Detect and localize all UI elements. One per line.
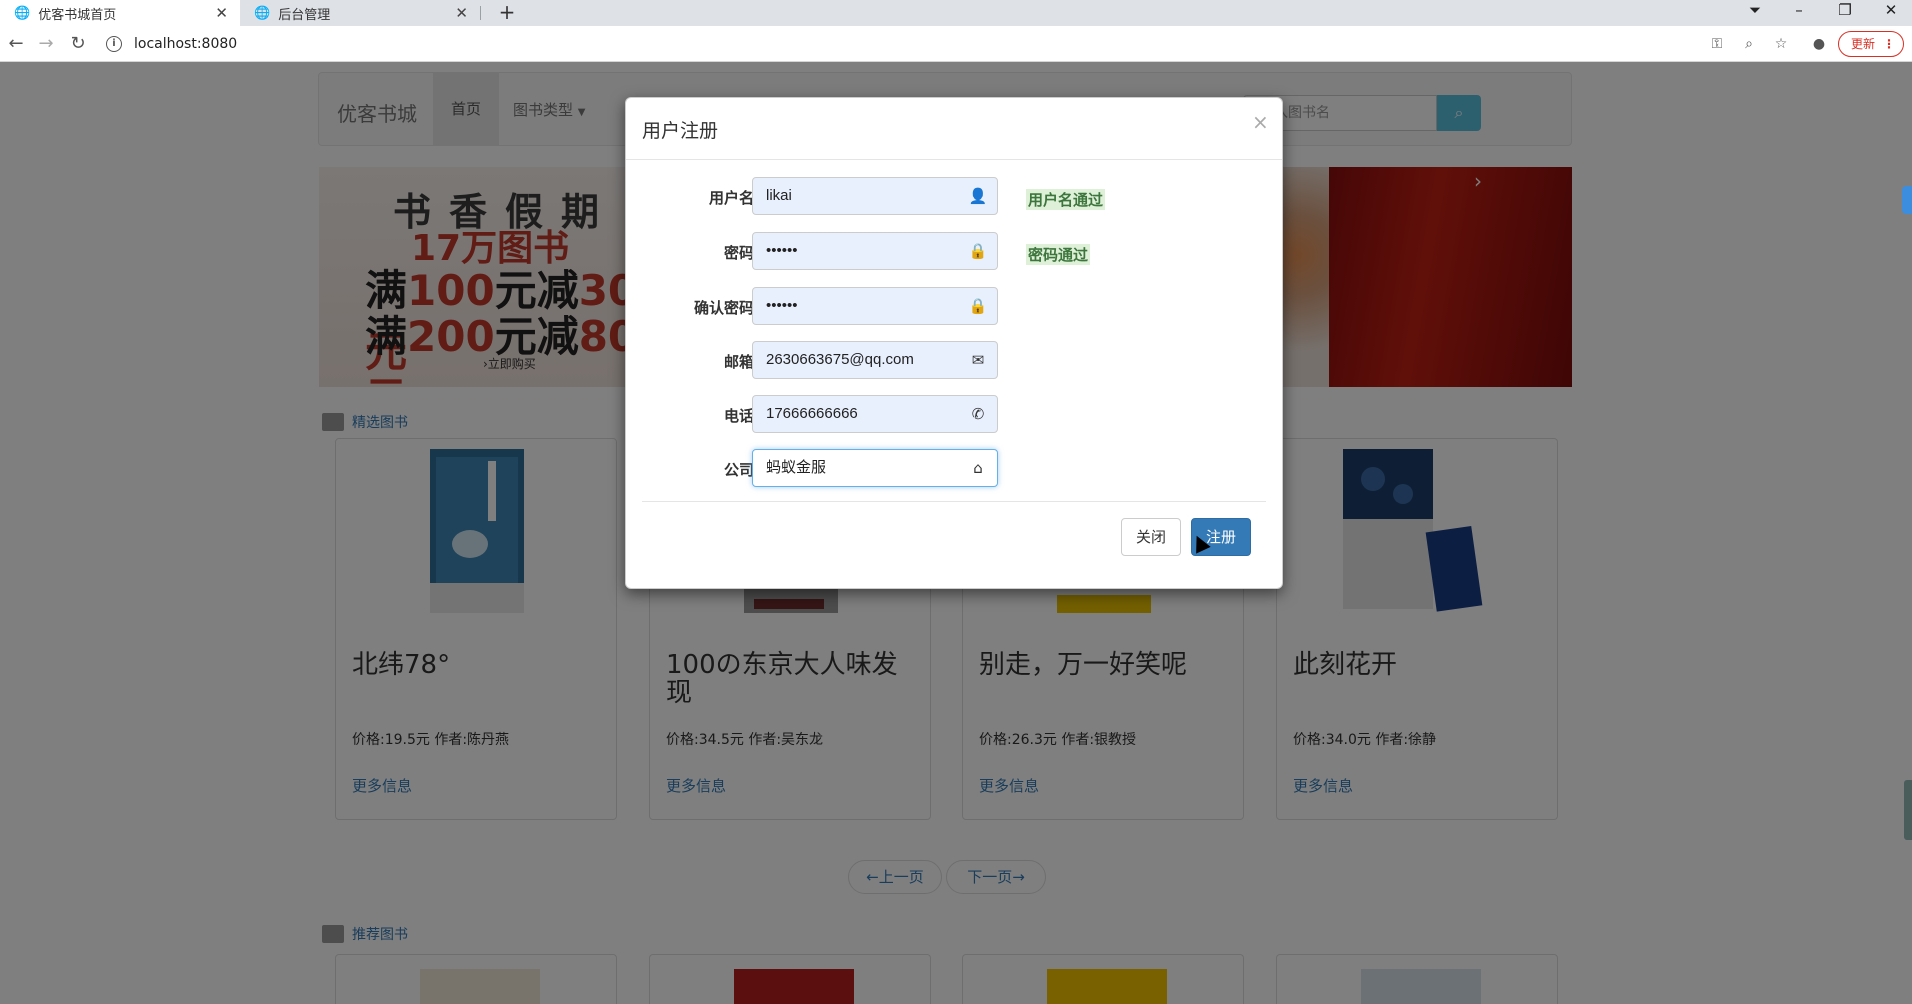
username-label: 用户名 <box>708 189 754 207</box>
modal-footer-divider <box>642 501 1266 502</box>
home-icon: ⌂ <box>973 459 983 477</box>
globe-icon: 🌐 <box>14 5 31 21</box>
back-icon[interactable]: ← <box>4 32 28 56</box>
zoom-icon[interactable]: ⌕ <box>1738 34 1760 56</box>
user-icon: 👤 <box>968 187 988 205</box>
password-label: 密码 <box>723 244 754 262</box>
confirm-password-field[interactable]: •••••• <box>752 287 998 325</box>
info-icon[interactable]: i <box>106 36 122 52</box>
update-button[interactable]: 更新 ⋮ <box>1838 31 1904 57</box>
side-widget[interactable] <box>1902 186 1912 214</box>
reload-icon[interactable]: ↻ <box>66 32 90 56</box>
company-label: 公司 <box>723 461 754 479</box>
address-bar: ← → ↻ i localhost:8080 ⚿ ⌕ ☆ ● 更新 ⋮ <box>0 26 1912 62</box>
username-field[interactable]: likai <box>752 177 998 215</box>
modal-header: 用户注册 × <box>626 98 1282 160</box>
lock-icon: 🔒 <box>968 297 988 315</box>
password-valid-hint: 密码通过 <box>1026 244 1091 265</box>
tab-admin[interactable]: 🌐 后台管理 ✕ <box>240 0 481 26</box>
browser-tab-bar: 🌐 优客书城首页 ✕ 🌐 后台管理 ✕ + ⏷ – ❐ ✕ <box>0 0 1912 26</box>
phone-icon: ✆ <box>971 405 985 423</box>
phone-label: 电话 <box>723 407 754 425</box>
form-row-password: 密码 •••••• 🔒 密码通过 <box>626 232 1282 272</box>
modal-title: 用户注册 <box>642 120 719 142</box>
lock-icon: 🔒 <box>968 242 988 260</box>
forward-icon[interactable]: → <box>34 32 58 56</box>
key-icon[interactable]: ⚿ <box>1706 34 1728 56</box>
register-modal: 用户注册 × 用户名 likai 👤 用户名通过 密码 •••••• 🔒 密码通… <box>625 97 1283 589</box>
side-scroll-widget[interactable] <box>1904 780 1912 840</box>
form-row-phone: 电话 17666666666 ✆ <box>626 395 1282 435</box>
tab-title: 后台管理 <box>278 7 331 23</box>
username-valid-hint: 用户名通过 <box>1026 189 1106 210</box>
globe-icon: 🌐 <box>254 5 271 21</box>
close-button[interactable]: 关闭 <box>1121 518 1181 556</box>
close-window-button[interactable]: ✕ <box>1870 0 1912 26</box>
phone-field[interactable]: 17666666666 <box>752 395 998 433</box>
close-icon[interactable]: ✕ <box>455 4 468 22</box>
email-field[interactable]: 2630663675@qq.com <box>752 341 998 379</box>
url-text: localhost:8080 <box>134 36 238 52</box>
update-label: 更新 <box>1851 37 1876 51</box>
tab-title: 优客书城首页 <box>38 7 117 23</box>
tab-search-icon[interactable]: ⏷ <box>1734 0 1776 26</box>
restore-button[interactable]: ❐ <box>1824 0 1866 26</box>
envelope-icon: ✉ <box>971 351 985 369</box>
email-label: 邮箱 <box>723 353 754 371</box>
profile-icon[interactable]: ● <box>1808 34 1830 56</box>
minimize-button[interactable]: – <box>1778 0 1820 26</box>
confirm-password-label: 确认密码 <box>693 299 754 317</box>
close-icon[interactable]: × <box>1252 110 1269 134</box>
form-row-company: 公司 蚂蚁金服 ⌂ <box>626 449 1282 489</box>
password-field[interactable]: •••••• <box>752 232 998 270</box>
star-icon[interactable]: ☆ <box>1770 34 1792 56</box>
new-tab-button[interactable]: + <box>494 0 520 26</box>
tab-home[interactable]: 🌐 优客书城首页 ✕ <box>0 0 240 26</box>
form-row-confirm-password: 确认密码 •••••• 🔒 <box>626 287 1282 327</box>
form-row-username: 用户名 likai 👤 用户名通过 <box>626 177 1282 217</box>
company-field[interactable]: 蚂蚁金服 <box>752 449 998 487</box>
form-row-email: 邮箱 2630663675@qq.com ✉ <box>626 341 1282 381</box>
close-icon[interactable]: ✕ <box>215 4 228 22</box>
menu-icon: ⋮ <box>1883 37 1895 51</box>
url-field[interactable]: i localhost:8080 <box>106 30 1706 58</box>
